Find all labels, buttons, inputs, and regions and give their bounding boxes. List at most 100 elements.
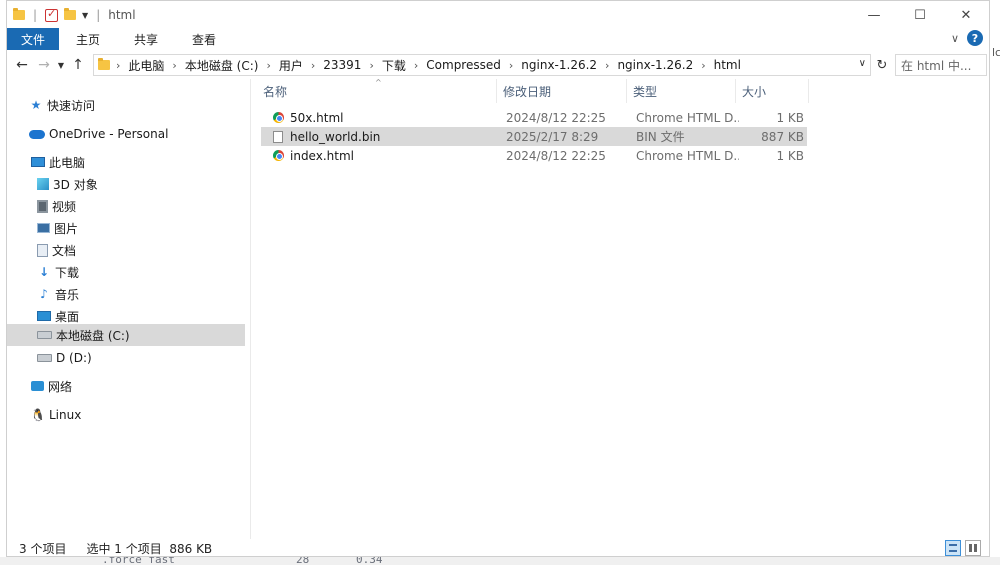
tab-view[interactable]: 查看 <box>175 28 233 50</box>
folder-icon[interactable] <box>13 8 25 20</box>
file-size: 1 KB <box>776 110 804 125</box>
nav-network[interactable]: 网络 <box>7 375 245 397</box>
file-date: 2025/2/17 8:29 <box>506 129 599 144</box>
nav-documents[interactable]: 文档 <box>7 239 245 261</box>
address-bar[interactable]: › 此电脑 › 本地磁盘 (C:) › 用户 › 23391 › 下载 › Compress… <box>93 54 871 76</box>
expand-ribbon-icon[interactable]: ∨ <box>951 32 959 45</box>
explorer-window: | ▼ | html — ☐ ✕ 文件 主页 共享 查看 ∨ ? ← → ▼ ↑… <box>6 0 990 557</box>
chevron-right-icon[interactable]: › <box>172 59 176 72</box>
properties-icon[interactable] <box>45 7 59 22</box>
breadcrumb-item[interactable]: nginx-1.26.2 <box>521 58 597 72</box>
file-type: Chrome HTML D... <box>636 148 739 163</box>
column-headers: ^ 名称 修改日期 类型 大小 <box>257 78 817 103</box>
nav-drive-d[interactable]: D (D:) <box>7 347 245 369</box>
nav-label: 文档 <box>52 243 77 258</box>
nav-downloads[interactable]: ↓ 下载 <box>7 261 245 283</box>
file-row[interactable]: index.html 2024/8/12 22:25 Chrome HTML D… <box>261 146 807 165</box>
maximize-button[interactable]: ☐ <box>897 1 943 29</box>
nav-label: 视频 <box>52 199 77 214</box>
document-icon <box>37 243 48 257</box>
chevron-right-icon[interactable]: › <box>414 59 418 72</box>
breadcrumb-item[interactable]: 下载 <box>382 57 406 74</box>
file-name: 50x.html <box>290 110 344 125</box>
file-date: 2024/8/12 22:25 <box>506 110 606 125</box>
window-title: html <box>108 8 136 22</box>
large-icons-view-button[interactable] <box>965 540 981 556</box>
column-header-type[interactable]: 类型 <box>627 79 736 103</box>
nav-quick-access[interactable]: ★ 快速访问 <box>7 94 245 116</box>
drive-icon <box>37 354 52 362</box>
tab-share[interactable]: 共享 <box>117 28 175 50</box>
nav-label: 桌面 <box>55 309 80 324</box>
chevron-right-icon[interactable]: › <box>509 59 513 72</box>
cloud-icon <box>29 129 45 139</box>
nav-linux[interactable]: 🐧 Linux <box>7 404 245 426</box>
download-icon: ↓ <box>38 265 50 279</box>
nav-label: 音乐 <box>55 287 80 302</box>
chevron-right-icon[interactable]: › <box>311 59 315 72</box>
nav-3d-objects[interactable]: 3D 对象 <box>7 173 245 195</box>
background-terminal-text: .force fast <box>102 557 175 565</box>
breadcrumb-item[interactable]: Compressed <box>426 58 501 72</box>
pane-divider[interactable] <box>250 79 251 539</box>
nav-label: D (D:) <box>56 351 92 365</box>
window-controls: — ☐ ✕ <box>851 1 989 29</box>
refresh-button[interactable]: ↻ <box>873 58 891 73</box>
nav-videos[interactable]: 视频 <box>7 195 245 217</box>
nav-onedrive[interactable]: OneDrive - Personal <box>7 123 245 145</box>
pictures-icon <box>37 223 50 233</box>
chevron-right-icon[interactable]: › <box>701 59 705 72</box>
recent-locations-icon[interactable]: ▼ <box>55 61 67 70</box>
desktop-icon <box>37 311 51 321</box>
search-input[interactable]: 在 html 中... <box>895 54 987 76</box>
breadcrumb-item[interactable]: html <box>714 58 741 72</box>
3d-objects-icon <box>37 178 49 190</box>
breadcrumb-item[interactable]: 此电脑 <box>128 57 164 74</box>
breadcrumb-item[interactable]: 本地磁盘 (C:) <box>185 57 259 74</box>
address-dropdown-icon[interactable]: ∨ <box>859 58 866 69</box>
nav-label: 图片 <box>54 221 79 236</box>
nav-label: 网络 <box>48 379 73 394</box>
file-date: 2024/8/12 22:25 <box>506 148 606 163</box>
nav-label: 快速访问 <box>47 98 96 113</box>
background-terminal-num: 28 <box>296 557 310 565</box>
back-button[interactable]: ← <box>11 57 33 73</box>
tab-file[interactable]: 文件 <box>7 28 59 50</box>
view-switcher <box>945 540 981 556</box>
chevron-right-icon[interactable]: › <box>266 59 270 72</box>
breadcrumb-item[interactable]: 用户 <box>279 57 303 74</box>
chevron-right-icon[interactable]: › <box>605 59 609 72</box>
tab-home[interactable]: 主页 <box>59 28 117 50</box>
address-row: ← → ▼ ↑ › 此电脑 › 本地磁盘 (C:) › 用户 › 23391 › 下载 ›… <box>7 52 989 78</box>
file-row[interactable]: 50x.html 2024/8/12 22:25 Chrome HTML D..… <box>261 108 807 127</box>
up-button[interactable]: ↑ <box>67 57 89 73</box>
ribbon-tabs: 文件 主页 共享 查看 ∨ ? <box>7 28 989 50</box>
chrome-html-icon <box>273 150 284 161</box>
close-button[interactable]: ✕ <box>943 1 989 29</box>
folder-icon <box>98 58 110 70</box>
breadcrumb-item[interactable]: nginx-1.26.2 <box>617 58 693 72</box>
file-row[interactable]: hello_world.bin 2025/2/17 8:29 BIN 文件 88… <box>261 127 807 146</box>
nav-label: 此电脑 <box>49 155 86 170</box>
breadcrumb-item[interactable]: 23391 <box>323 58 361 72</box>
forward-button[interactable]: → <box>33 57 55 73</box>
chevron-right-icon[interactable]: › <box>369 59 373 72</box>
nav-pictures[interactable]: 图片 <box>7 217 245 239</box>
chevron-right-icon[interactable]: › <box>116 59 120 72</box>
nav-drive-c[interactable]: 本地磁盘 (C:) <box>7 324 245 346</box>
item-count: 3 个项目 <box>19 542 67 556</box>
help-icon[interactable]: ? <box>967 30 983 46</box>
details-view-button[interactable] <box>945 540 961 556</box>
column-header-date[interactable]: 修改日期 <box>497 79 627 103</box>
minimize-button[interactable]: — <box>851 1 897 29</box>
customize-toolbar-icon[interactable]: ▼ <box>82 11 88 20</box>
selection-info: 选中 1 个项目 886 KB <box>86 542 213 556</box>
column-header-size[interactable]: 大小 <box>736 79 809 103</box>
nav-this-pc[interactable]: 此电脑 <box>7 151 245 173</box>
nav-music[interactable]: ♪ 音乐 <box>7 283 245 305</box>
nav-label: 3D 对象 <box>53 177 98 192</box>
video-icon <box>37 199 48 213</box>
new-folder-icon[interactable] <box>64 8 77 20</box>
column-header-name[interactable]: 名称 <box>257 79 497 103</box>
network-icon <box>31 381 44 391</box>
